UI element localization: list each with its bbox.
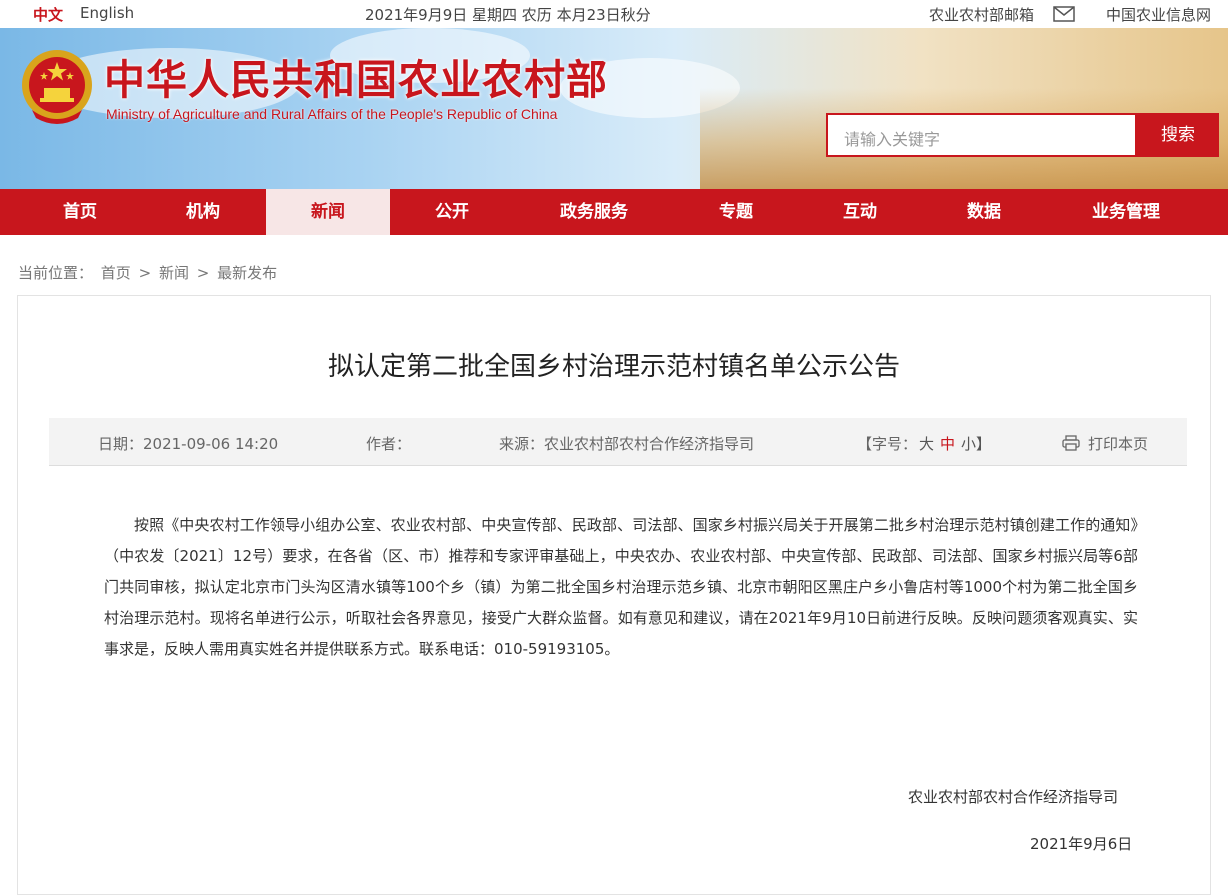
nav-item-news[interactable]: 新闻 (266, 189, 390, 235)
nav-item-home[interactable]: 首页 (20, 189, 140, 235)
font-size-label: 【字号： (857, 435, 918, 453)
search-button[interactable]: 搜索 (1137, 113, 1219, 157)
signature-organization: 农业农村部农村合作经济指导司 (908, 788, 1119, 806)
nav-item-data[interactable]: 数据 (924, 189, 1044, 235)
ministry-mail-link[interactable]: 农业农村部邮箱 (929, 4, 1034, 25)
breadcrumb-latest[interactable]: 最新发布 (217, 264, 277, 282)
breadcrumb-separator: > (138, 264, 152, 282)
breadcrumb-separator: > (196, 264, 210, 282)
article-source: 来源：农业农村部农村合作经济指导司 (499, 435, 755, 453)
article-body: 按照《中央农村工作领导小组办公室、农业农村部、中央宣传部、民政部、司法部、国家乡… (104, 516, 1138, 658)
breadcrumb-prefix: 当前位置： (18, 264, 94, 282)
breadcrumb-news[interactable]: 新闻 (159, 264, 189, 282)
nav-item-public[interactable]: 公开 (392, 189, 512, 235)
article-date: 日期：2021-09-06 14:20 (98, 435, 279, 453)
agri-info-site-link[interactable]: 中国农业信息网 (1106, 4, 1211, 25)
current-date: 2021年9月9日 星期四 农历 本月23日秋分 (365, 6, 651, 24)
nav-item-gov-service[interactable]: 政务服务 (534, 189, 654, 235)
printer-icon[interactable] (1062, 435, 1080, 451)
font-size-small-button[interactable]: 小】 (961, 433, 991, 454)
envelope-icon[interactable] (1053, 6, 1075, 22)
search-input[interactable]: 请输入关键字 (826, 113, 1137, 157)
main-nav: 首页 机构 新闻 公开 政务服务 专题 互动 数据 业务管理 (0, 189, 1228, 235)
nav-item-organization[interactable]: 机构 (143, 189, 263, 235)
top-utility-bar: 中文 English 2021年9月9日 星期四 农历 本月23日秋分 农业农村… (0, 0, 1228, 28)
breadcrumb: 当前位置： 首页 > 新闻 > 最新发布 (18, 262, 280, 283)
breadcrumb-home[interactable]: 首页 (101, 264, 131, 282)
article-author: 作者： (366, 435, 412, 453)
nav-item-topics[interactable]: 专题 (676, 189, 796, 235)
article-meta-bar: 日期：2021-09-06 14:20 作者： 来源：农业农村部农村合作经济指导… (49, 418, 1187, 466)
lang-chinese-link[interactable]: 中文 (33, 4, 63, 25)
national-emblem-logo[interactable] (20, 48, 94, 126)
font-size-medium-button[interactable]: 中 (940, 433, 955, 454)
site-subtitle-english: Ministry of Agriculture and Rural Affair… (106, 106, 558, 122)
article-title: 拟认定第二批全国乡村治理示范村镇名单公示公告 (327, 352, 900, 382)
font-size-large-button[interactable]: 大 (919, 433, 934, 454)
site-title[interactable]: 中华人民共和国农业农村部 (104, 46, 608, 106)
print-page-link[interactable]: 打印本页 (1088, 433, 1148, 454)
nav-item-business[interactable]: 业务管理 (1064, 189, 1188, 235)
nav-item-interaction[interactable]: 互动 (800, 189, 920, 235)
lang-english-link[interactable]: English (80, 4, 134, 22)
signature-date: 2021年9月6日 (1030, 835, 1133, 853)
